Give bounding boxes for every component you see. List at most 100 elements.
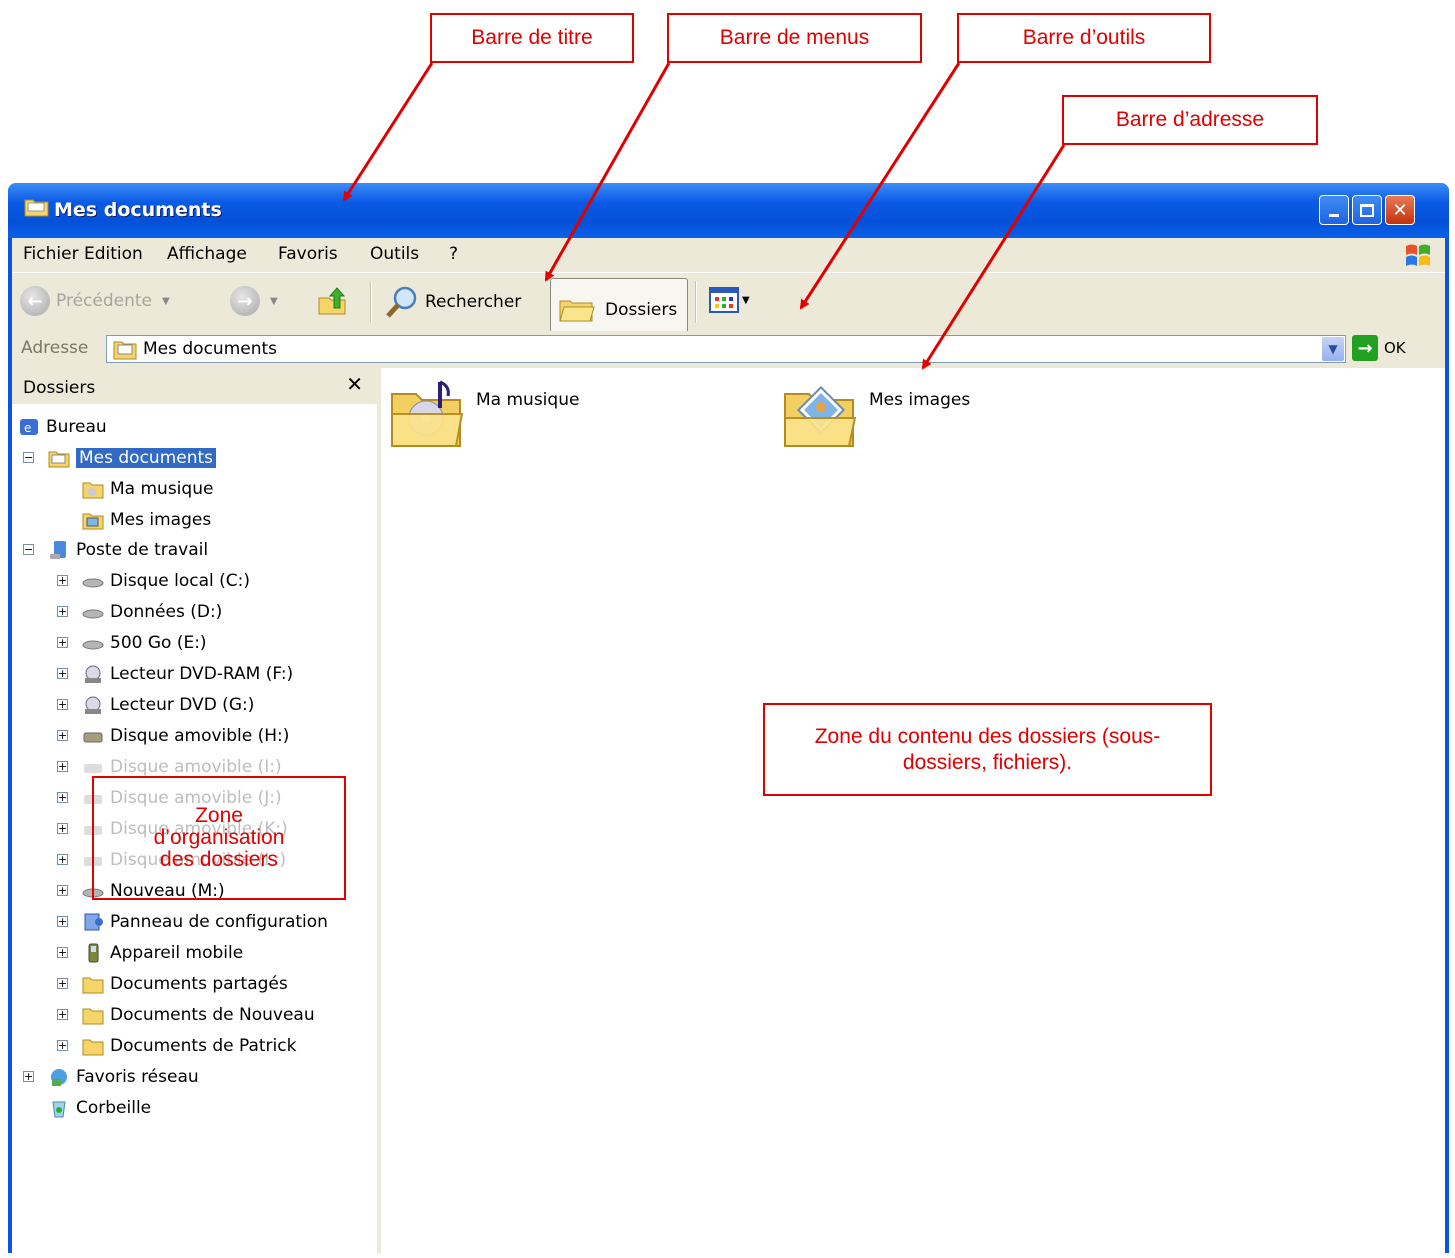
tree-item[interactable]: Données (D:): [82, 598, 222, 626]
folder-label: Mes images: [869, 390, 971, 410]
tree-label: Données (D:): [110, 602, 223, 622]
menu-help[interactable]: ?: [449, 244, 458, 264]
tree-item[interactable]: Lecteur DVD (G:): [82, 691, 254, 719]
annotation-folders-zone-line1: Zone: [195, 803, 243, 827]
forward-arrow-icon: →: [230, 286, 260, 316]
expand-icon[interactable]: +: [57, 575, 68, 586]
folder-up-icon[interactable]: [317, 286, 347, 316]
tree-label: Documents de Nouveau: [110, 1005, 315, 1025]
folder-item[interactable]: Ma musique: [388, 378, 579, 452]
folders-label: Dossiers: [605, 300, 678, 320]
expand-icon[interactable]: +: [57, 730, 68, 741]
menu-outils[interactable]: Outils: [370, 244, 419, 264]
content-pane: Ma musique Mes images: [381, 368, 1445, 1253]
expand-icon[interactable]: +: [57, 637, 68, 648]
menu-favoris[interactable]: Favoris: [278, 244, 338, 264]
annotation-content-zone: Zone du contenu des dossiers (sous-dossi…: [763, 703, 1212, 796]
expand-icon[interactable]: +: [57, 699, 68, 710]
tree-item[interactable]: 500 Go (E:): [82, 629, 207, 657]
tree-label: Disque amovible (H:): [110, 726, 290, 746]
my-documents-icon: [48, 451, 70, 468]
folders-pane-title: Dossiers: [23, 378, 96, 398]
menu-affichage[interactable]: Affichage: [167, 244, 247, 264]
tree-item[interactable]: Disque local (C:): [82, 567, 250, 595]
address-bar: Adresse Mes documents ▼ → OK: [12, 331, 1445, 367]
search-button[interactable]: Rechercher: [385, 285, 521, 319]
expand-icon[interactable]: +: [57, 761, 68, 772]
tree-label: 500 Go (E:): [110, 633, 207, 653]
hard-drive-icon: [82, 578, 104, 588]
tree-item-selected[interactable]: Mes documents: [48, 444, 217, 472]
close-button[interactable]: ✕: [1385, 195, 1415, 225]
removable-drive-icon: [83, 732, 103, 743]
tree-item[interactable]: Panneau de configuration: [82, 908, 328, 936]
chevron-down-icon: ▼: [161, 295, 170, 307]
tree-item[interactable]: Corbeille: [48, 1094, 151, 1122]
network-icon: [51, 1069, 67, 1086]
tree-label: Mes images: [110, 510, 212, 530]
control-panel-icon: [84, 913, 103, 931]
expand-icon[interactable]: +: [57, 1009, 68, 1020]
tree-label: Panneau de configuration: [110, 912, 328, 932]
close-icon: ✕: [1392, 199, 1408, 221]
tree-item[interactable]: Documents partagés: [82, 970, 288, 998]
address-input[interactable]: Mes documents ▼: [106, 335, 1346, 363]
tree-item[interactable]: Lecteur DVD-RAM (F:): [82, 660, 293, 688]
expand-icon[interactable]: +: [57, 1040, 68, 1051]
expand-icon[interactable]: +: [57, 854, 68, 865]
minimize-button[interactable]: [1319, 195, 1349, 225]
folder-item[interactable]: Mes images: [781, 378, 970, 452]
toolbar: ← Précédente ▼ → ▼ Rechercher Dossiers ▼: [12, 272, 1445, 344]
tree-item[interactable]: Favoris réseau: [48, 1063, 199, 1091]
tree-label: Disque local (C:): [110, 571, 250, 591]
expand-icon[interactable]: +: [57, 885, 68, 896]
expand-icon[interactable]: +: [57, 792, 68, 803]
go-arrow-icon[interactable]: →: [1352, 335, 1378, 361]
expand-icon[interactable]: +: [57, 823, 68, 834]
my-documents-icon: [113, 341, 137, 360]
tree-label: Ma musique: [110, 479, 214, 499]
tree-item[interactable]: Poste de travail: [48, 536, 208, 564]
tree-item[interactable]: Disque amovible (H:): [82, 722, 289, 750]
mobile-device-icon: [88, 943, 99, 963]
tree-item[interactable]: Documents de Nouveau: [82, 1001, 315, 1029]
chevron-down-icon: ▼: [742, 294, 750, 306]
expand-icon[interactable]: +: [57, 947, 68, 958]
tree-item[interactable]: Ma musique: [82, 475, 213, 503]
maximize-button[interactable]: [1352, 195, 1382, 225]
views-button[interactable]: ▼: [709, 287, 750, 313]
window-body: Fichier Edition Affichage Favoris Outils…: [12, 238, 1445, 1253]
minimize-icon: [1329, 213, 1339, 217]
collapse-icon[interactable]: −: [23, 452, 34, 463]
annotation-toolbar: Barre d’outils: [957, 13, 1211, 63]
music-folder-icon: [82, 482, 104, 499]
go-button[interactable]: OK: [1384, 339, 1406, 357]
folders-icon: [559, 300, 595, 322]
tree-label: Lecteur DVD (G:): [110, 695, 255, 715]
title-bar[interactable]: Mes documents ✕: [8, 183, 1449, 238]
removable-drive-icon: [84, 764, 102, 773]
expand-icon[interactable]: +: [57, 916, 68, 927]
pictures-folder-icon: [82, 513, 104, 530]
tree-item[interactable]: Appareil mobile: [82, 939, 243, 967]
expand-icon[interactable]: +: [57, 668, 68, 679]
close-icon[interactable]: ✕: [346, 372, 363, 396]
tree-item[interactable]: e Bureau: [18, 413, 107, 441]
back-button[interactable]: ← Précédente ▼: [20, 286, 170, 316]
address-dropdown-icon[interactable]: ▼: [1322, 337, 1344, 361]
folders-pane-header: Dossiers ✕: [12, 368, 377, 404]
tree-item[interactable]: Documents de Patrick: [82, 1032, 296, 1060]
back-label: Précédente: [56, 291, 152, 311]
expand-icon[interactable]: +: [57, 978, 68, 989]
annotation-title-bar: Barre de titre: [430, 13, 634, 63]
menu-edition[interactable]: Edition: [84, 244, 143, 264]
menu-fichier[interactable]: Fichier: [23, 244, 79, 264]
collapse-icon[interactable]: −: [23, 544, 34, 555]
forward-button[interactable]: → ▼: [230, 286, 278, 316]
recycle-bin-icon: [52, 1101, 66, 1118]
tree-label: Disque amovible (I:): [110, 757, 282, 777]
expand-icon[interactable]: +: [57, 606, 68, 617]
tree-label: Mes documents: [76, 448, 217, 468]
tree-item[interactable]: Mes images: [82, 506, 211, 534]
expand-icon[interactable]: +: [23, 1071, 34, 1082]
